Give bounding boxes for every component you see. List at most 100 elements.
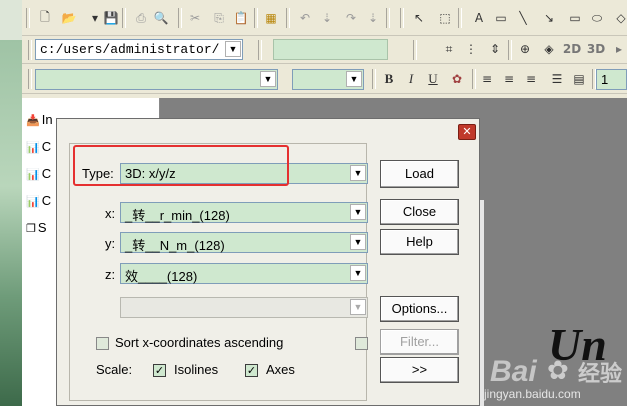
help-button[interactable]: Help xyxy=(380,229,459,255)
align-left-icon[interactable]: ≡ xyxy=(478,70,496,88)
x-combobox[interactable]: _转__r_min_(128) ▼ xyxy=(120,202,368,223)
load-button[interactable]: Load xyxy=(380,160,459,188)
chevron-down-icon[interactable]: ▼ xyxy=(350,204,366,220)
calculator-icon[interactable]: ▦ xyxy=(262,9,280,27)
tree-item[interactable]: 📊 C xyxy=(26,193,51,208)
open-folder-icon[interactable]: 📂 xyxy=(60,9,78,27)
rectangle-icon[interactable]: ▭ xyxy=(492,9,510,27)
fill-icon[interactable]: ▤ xyxy=(570,70,588,88)
watermark-brand-text: Bai xyxy=(490,355,537,388)
line-style-icon[interactable]: ☰ xyxy=(548,70,566,88)
chevron-down-icon[interactable]: ▼ xyxy=(350,234,366,250)
undo-icon[interactable]: ↶ xyxy=(296,9,314,27)
import-icon: 📥 xyxy=(26,115,40,127)
color-palette-icon[interactable]: ✿ xyxy=(448,70,466,88)
paste-icon[interactable]: 📋 xyxy=(232,9,250,27)
chevron-down-icon[interactable]: ▼ xyxy=(350,265,366,281)
italic-button[interactable]: I xyxy=(402,70,420,88)
redo-icon[interactable]: ↷ xyxy=(342,9,360,27)
chevron-down-icon[interactable]: ▼ xyxy=(225,41,241,57)
watermark-site: jingyan.baidu.com xyxy=(484,387,581,401)
isolines-label: Isolines xyxy=(174,362,219,377)
ellipse-icon[interactable]: ⬭ xyxy=(588,9,606,27)
chevron-down-icon[interactable]: ▼ xyxy=(260,71,276,87)
italic-label: I xyxy=(408,71,414,86)
diamond-icon[interactable]: ◇ xyxy=(612,9,627,27)
print-preview-icon[interactable]: 🔍 xyxy=(152,9,170,27)
tree-item-label: C xyxy=(41,166,52,181)
filter-checkbox[interactable] xyxy=(355,337,368,350)
expand-button-label: >> xyxy=(411,362,428,377)
underline-button[interactable]: U xyxy=(424,70,442,88)
chevron-down-icon[interactable]: ▼ xyxy=(346,71,362,87)
filter-button-label: Filter... xyxy=(399,334,439,349)
chart-icon: 📊 xyxy=(26,169,40,181)
tree-item[interactable]: 📥 In xyxy=(26,112,53,127)
crosshair-icon[interactable]: ⊕ xyxy=(516,40,534,58)
filter-button[interactable]: Filter... xyxy=(380,329,459,355)
stack-icon: ❐ xyxy=(26,223,36,235)
toolbar-separator xyxy=(122,8,126,28)
line-width-combobox[interactable]: 1 xyxy=(596,69,627,90)
options-button-label: Options... xyxy=(391,301,448,316)
arrow-line-icon[interactable]: ↘ xyxy=(540,9,558,27)
extra-combobox[interactable]: ▼ xyxy=(120,297,368,318)
cut-icon[interactable]: ✂ xyxy=(186,9,204,27)
check-icon: ✓ xyxy=(154,364,165,377)
rect-shape-icon[interactable]: ▭ xyxy=(566,9,584,27)
toolbar-separator xyxy=(386,8,390,28)
view-3d-button[interactable]: 3D xyxy=(586,40,606,58)
align-right-icon[interactable]: ≡ xyxy=(522,70,540,88)
font-combobox[interactable]: ▼ xyxy=(35,69,278,90)
more-icon[interactable]: ▸ xyxy=(610,40,627,58)
tree-item[interactable]: 📊 C xyxy=(26,139,51,154)
cube-icon[interactable]: ◈ xyxy=(540,40,558,58)
font-size-combobox[interactable]: ▼ xyxy=(292,69,364,90)
chart-icon: 📊 xyxy=(26,142,40,154)
y-combobox[interactable]: _转__N_m_(128) ▼ xyxy=(120,232,368,253)
z-combobox[interactable]: 效____(128) ▼ xyxy=(120,263,368,284)
align-center-icon[interactable]: ≡ xyxy=(500,70,518,88)
tree-item[interactable]: 📊 C xyxy=(26,166,51,181)
text-icon[interactable]: A xyxy=(470,9,488,27)
pointer-icon[interactable]: ↖ xyxy=(410,9,428,27)
dialog-close-button[interactable]: ✕ xyxy=(458,124,476,140)
layer-combobox[interactable] xyxy=(273,39,388,60)
axes-checkbox[interactable]: ✓ xyxy=(245,364,258,377)
watermark-site-label: jingyan.baidu.com xyxy=(484,387,581,401)
vertical-scrollbar[interactable] xyxy=(480,200,484,406)
download-icon[interactable]: ⇣ xyxy=(318,9,336,27)
copy-icon[interactable]: ⎘ xyxy=(210,9,228,27)
watermark-brand: Bai xyxy=(490,355,537,389)
close-icon: ✕ xyxy=(462,125,472,138)
expand-button[interactable]: >> xyxy=(380,357,459,383)
select-rect-icon[interactable]: ⬚ xyxy=(436,9,454,27)
grid-tool-icon[interactable]: ⌗ xyxy=(440,40,458,58)
chevron-down-icon[interactable]: ▼ xyxy=(350,165,366,181)
tree-item[interactable]: ❐ S xyxy=(26,220,47,235)
sort-checkbox[interactable] xyxy=(96,337,109,350)
close-button[interactable]: Close xyxy=(380,199,459,225)
save-icon[interactable]: 💾 xyxy=(102,9,120,27)
path-combobox[interactable]: c:/users/administrator/ ▼ xyxy=(35,39,243,60)
workspace-top-strip xyxy=(160,94,627,98)
axes-label: Axes xyxy=(266,362,295,377)
new-file-icon[interactable]: 🗋 xyxy=(36,9,54,27)
chevron-down-icon[interactable]: ▼ xyxy=(350,299,366,315)
distribute-icon[interactable]: ⇕ xyxy=(486,40,504,58)
print-icon[interactable]: ⎙ xyxy=(132,9,150,27)
tree-item-label: C xyxy=(41,139,52,154)
download-icon[interactable]: ⇣ xyxy=(364,9,382,27)
isolines-checkbox[interactable]: ✓ xyxy=(153,364,166,377)
bold-button[interactable]: B xyxy=(380,70,398,88)
align-tool-icon[interactable]: ⋮ xyxy=(462,40,480,58)
z-combobox-value: 效____(128) xyxy=(125,269,198,284)
view-2d-button[interactable]: 2D xyxy=(562,40,582,58)
bold-label: B xyxy=(384,71,394,86)
options-button[interactable]: Options... xyxy=(380,296,459,322)
toolbar-separator xyxy=(286,8,290,28)
toolbar-separator xyxy=(178,8,182,28)
line-icon[interactable]: ╲ xyxy=(514,9,532,27)
chart-icon: 📊 xyxy=(26,196,40,208)
load-button-label: Load xyxy=(405,166,434,181)
